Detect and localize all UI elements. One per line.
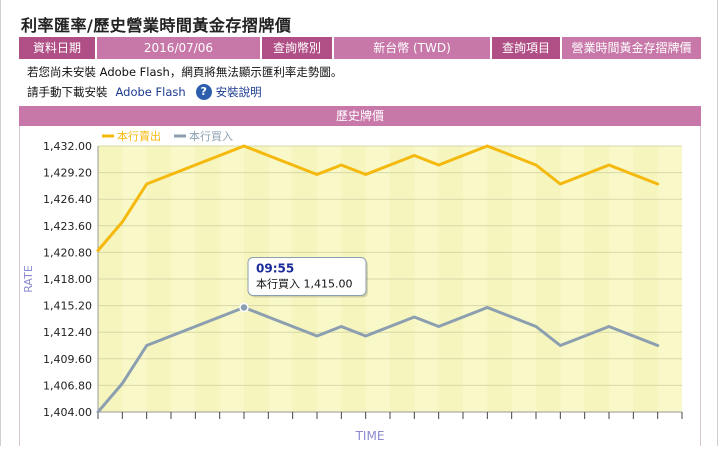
install-help-link[interactable]: 安裝說明 — [216, 84, 262, 100]
x-axis-label: TIME — [355, 429, 385, 443]
y-tick-label: 1,429.20 — [43, 167, 92, 180]
y-tick-label: 1,412.40 — [43, 326, 92, 339]
y-tick-label: 1,409.60 — [43, 353, 92, 366]
y-tick-label: 1,423.60 — [43, 220, 92, 233]
item-value: 營業時間黃金存摺牌價 — [562, 37, 701, 59]
currency-value: 新台幣 (TWD) — [334, 37, 490, 59]
y-tick-label: 1,420.80 — [43, 246, 92, 259]
item-label: 查詢項目 — [492, 37, 560, 59]
chart-svg: 1,404.00 1,406.80 1,409.60 1,412.40 1,415.20… — [22, 129, 683, 443]
y-tick-label: 1,404.00 — [43, 406, 92, 419]
legend-label-1: 本行買入 — [189, 129, 233, 143]
tooltip-value: 本行買入 1,415.00 — [256, 277, 352, 291]
price-chart: 1,404.00 1,406.80 1,409.60 1,412.40 1,415.20… — [19, 126, 701, 446]
section-title: 歷史牌價 — [19, 106, 701, 126]
y-tick-label: 1,432.00 — [43, 140, 92, 153]
y-tick-label: 1,418.00 — [43, 273, 92, 286]
currency-label: 查詢幣別 — [262, 37, 332, 59]
page-title: 利率匯率/歷史營業時間黃金存摺牌價 — [21, 16, 292, 35]
adobe-flash-link[interactable]: Adobe Flash — [116, 85, 186, 99]
help-icon[interactable]: ? — [195, 84, 212, 100]
highlight-point — [239, 302, 249, 313]
y-tick-label: 1,426.40 — [43, 193, 92, 206]
date-label: 資料日期 — [19, 37, 95, 59]
legend-label-0: 本行賣出 — [117, 129, 161, 143]
page: 利率匯率/歷史營業時間黃金存摺牌價 資料日期 2016/07/06 查詢幣別 新… — [0, 0, 718, 446]
date-value: 2016/07/06 — [97, 37, 260, 59]
download-prefix: 請手動下載安裝 — [27, 85, 108, 99]
download-row: 請手動下載安裝 Adobe Flash ? 安裝說明 — [27, 84, 262, 100]
y-axis-label: RATE — [22, 265, 35, 293]
y-tick-label: 1,406.80 — [43, 379, 92, 392]
tooltip-time: 09:55 — [256, 262, 294, 276]
y-tick-label: 1,415.20 — [43, 300, 92, 313]
query-info-bar: 資料日期 2016/07/06 查詢幣別 新台幣 (TWD) 查詢項目 營業時間… — [19, 37, 701, 59]
flash-notice: 若您尚未安裝 Adobe Flash，網頁將無法顯示匯利率走勢圖。 — [27, 65, 343, 79]
